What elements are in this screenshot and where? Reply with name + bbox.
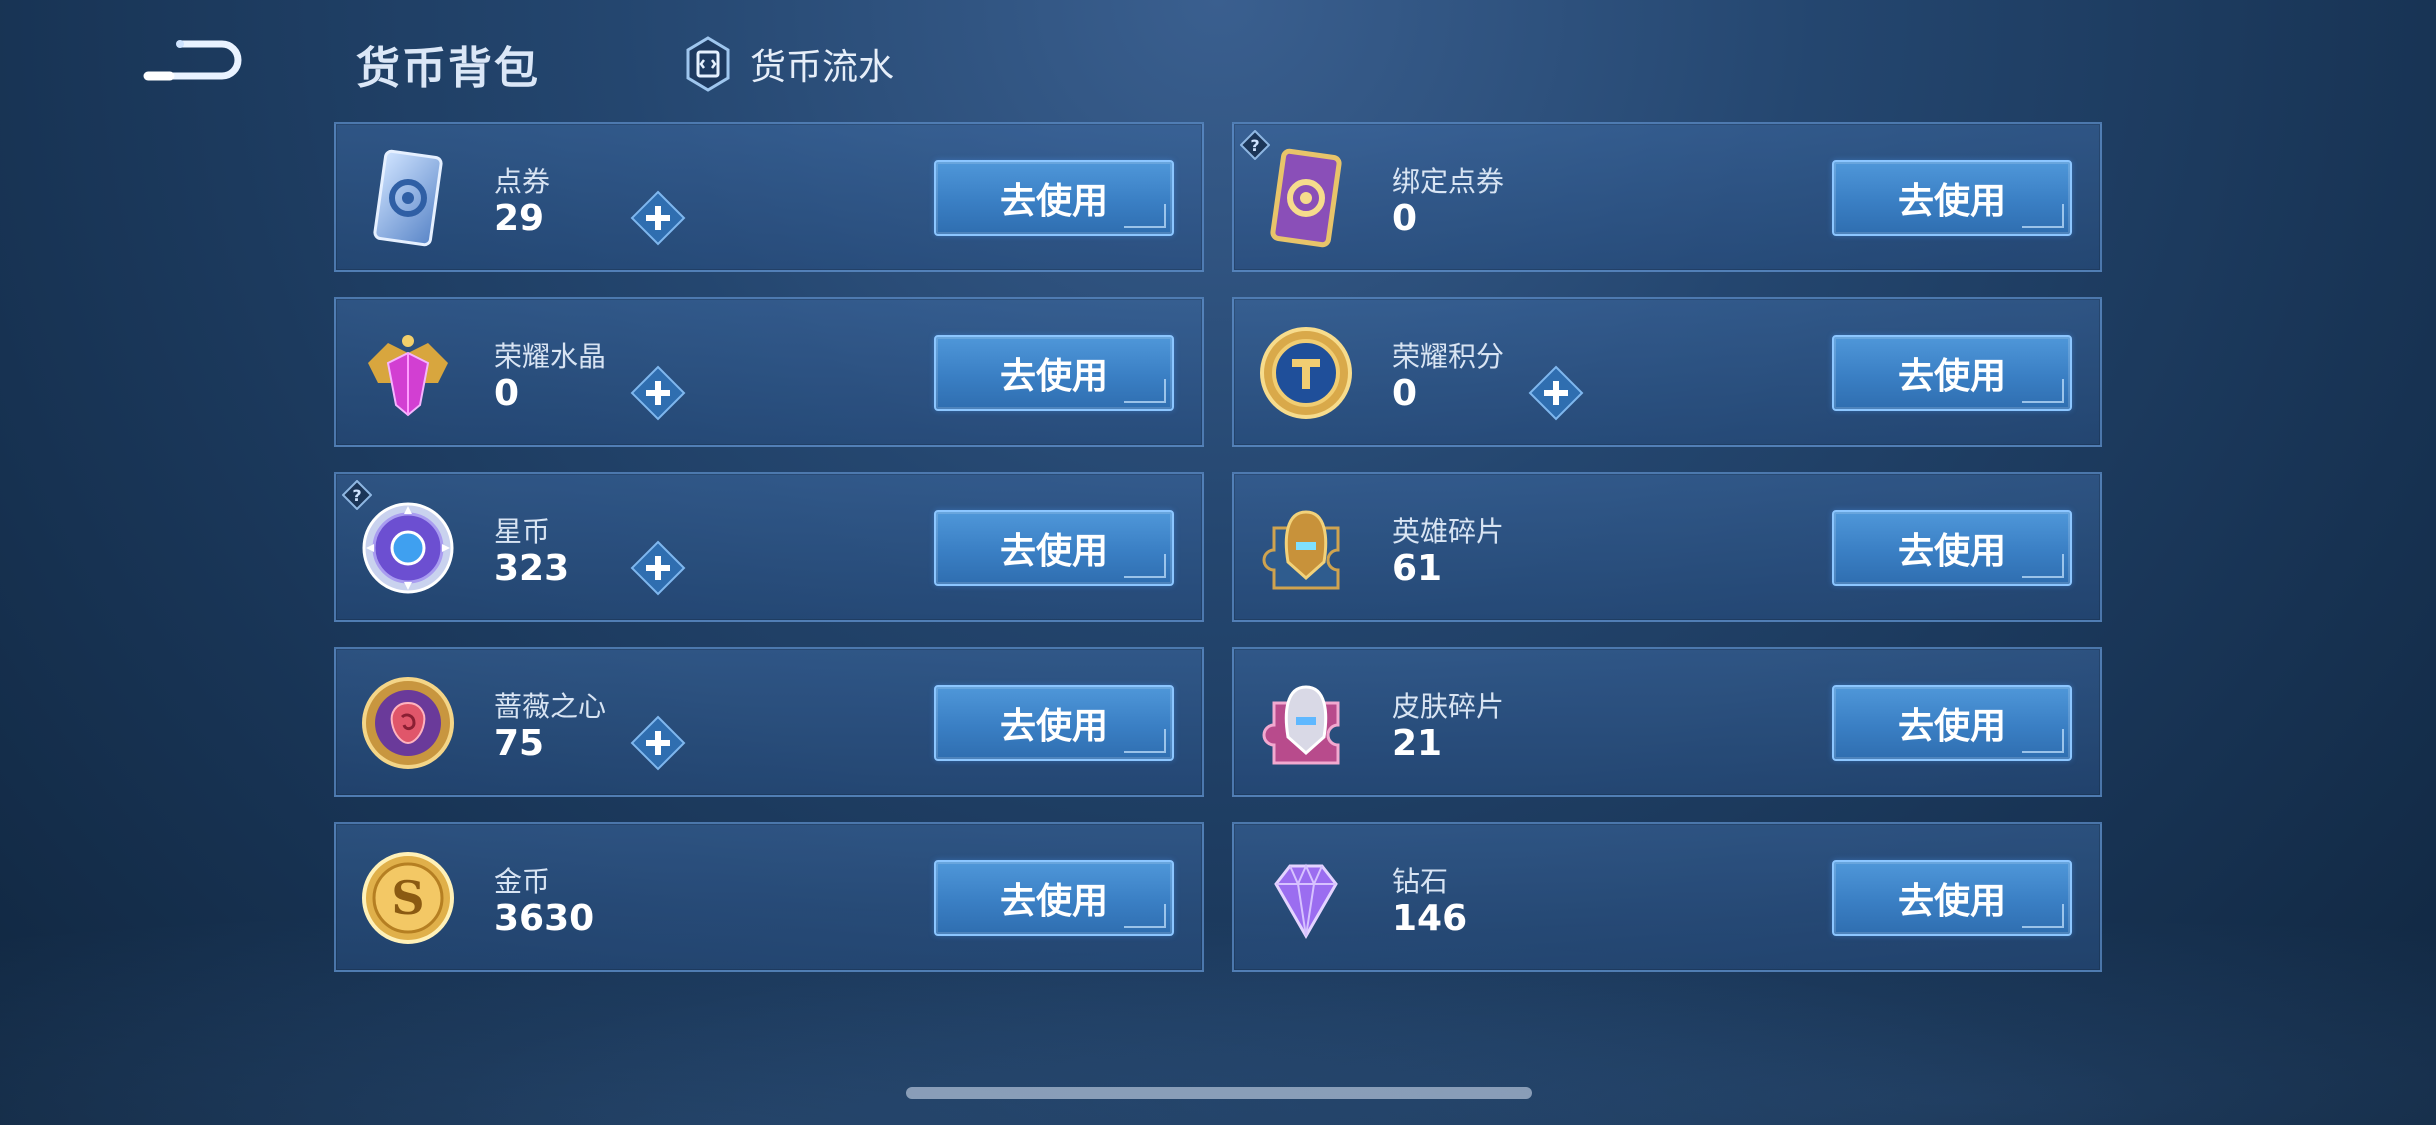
currency-name: 荣耀积分 [1392,340,1505,373]
skin-fragment-icon [1262,685,1340,765]
currency-count: 29 [494,198,545,239]
gold-coin-icon: S [362,852,454,944]
currency-card-bound-voucher: ? 绑定点券 0 去使用 [1232,122,2102,272]
use-button[interactable]: 去使用 [934,860,1174,936]
currency-count: 323 [494,548,570,589]
ledger-icon [686,36,730,92]
use-button[interactable]: 去使用 [1832,510,2072,586]
rose-heart-icon [362,677,454,769]
use-button[interactable]: 去使用 [1832,160,2072,236]
currency-name: 星币 [494,515,551,548]
ledger-label: 货币流水 [750,47,895,88]
currency-ledger-link[interactable]: 货币流水 [684,36,894,92]
use-button[interactable]: 去使用 [934,160,1174,236]
currency-count: 21 [1392,723,1443,764]
plus-icon[interactable] [630,365,686,421]
currency-card-hero-fragment: 英雄碎片 61 去使用 [1232,472,2102,622]
plus-icon[interactable] [630,540,686,596]
currency-card-voucher: 点券 29 去使用 [334,122,1204,272]
currency-card-skin-fragment: 皮肤碎片 21 去使用 [1232,647,2102,797]
glory-crystal-icon [368,335,448,417]
currency-count: 146 [1392,898,1468,939]
currency-card-glory-points: 荣耀积分 0 去使用 [1232,297,2102,447]
currency-grid: 点券 29 去使用 ? 绑定点券 0 去使用 荣耀水晶 0 去使用 荣耀积分 0… [334,122,2102,972]
bound-voucher-purple-icon [1270,148,1342,248]
star-coin-icon [362,502,454,594]
use-button[interactable]: 去使用 [934,685,1174,761]
currency-count: 3630 [494,898,595,939]
currency-count: 0 [1392,198,1418,239]
currency-count: 0 [494,373,520,414]
currency-count: 75 [494,723,545,764]
currency-card-gold-coin: S 金币 3630 去使用 [334,822,1204,972]
currency-count: 61 [1392,548,1443,589]
currency-name: 荣耀水晶 [494,340,607,373]
currency-name: 绑定点券 [1392,165,1505,198]
voucher-blue-icon [373,149,443,247]
use-button[interactable]: 去使用 [934,510,1174,586]
use-button[interactable]: 去使用 [1832,685,2072,761]
diamond-icon [1274,863,1338,940]
plus-icon[interactable] [1528,365,1584,421]
home-indicator[interactable] [906,1087,1532,1099]
currency-card-diamond: 钻石 146 去使用 [1232,822,2102,972]
svg-text:S: S [391,871,424,925]
currency-count: 0 [1392,373,1418,414]
plus-icon[interactable] [630,715,686,771]
hero-fragment-icon [1262,510,1340,590]
page-title: 货币背包 [356,43,540,94]
currency-name: 皮肤碎片 [1392,690,1505,723]
currency-name: 钻石 [1392,865,1449,898]
currency-card-rose-heart: 蔷薇之心 75 去使用 [334,647,1204,797]
currency-name: 英雄碎片 [1392,515,1505,548]
currency-card-glory-crystal: 荣耀水晶 0 去使用 [334,297,1204,447]
currency-name: 金币 [494,865,551,898]
use-button[interactable]: 去使用 [1832,860,2072,936]
back-arrow-icon [143,40,242,81]
back-button[interactable] [140,30,250,90]
currency-card-star-coin: ? 星币 323 去使用 [334,472,1204,622]
currency-name: 蔷薇之心 [494,690,607,723]
plus-icon[interactable] [630,190,686,246]
glory-points-icon [1260,327,1352,419]
use-button[interactable]: 去使用 [1832,335,2072,411]
use-button[interactable]: 去使用 [934,335,1174,411]
currency-name: 点券 [494,165,551,198]
